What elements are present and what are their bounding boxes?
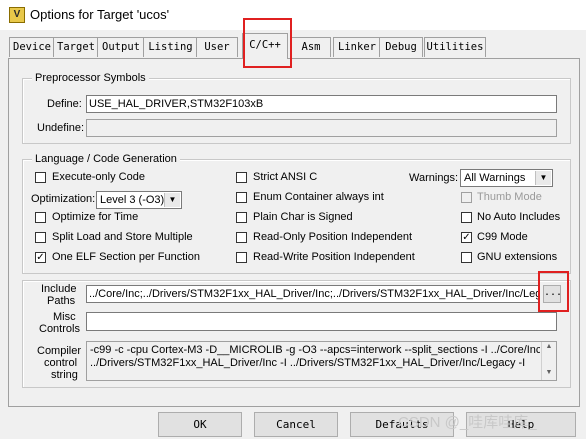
- warnings-select[interactable]: All Warnings ▼: [460, 169, 553, 187]
- enum-container-checkbox[interactable]: [236, 192, 247, 203]
- thumb-mode-label: Thumb Mode: [477, 191, 542, 203]
- scroll-up-icon[interactable]: ▲: [542, 342, 556, 352]
- plain-char-signed-checkbox[interactable]: [236, 212, 247, 223]
- c99-mode-label: C99 Mode: [477, 231, 528, 243]
- tab-device[interactable]: Device: [9, 37, 55, 57]
- ro-position-independent-label: Read-Only Position Independent: [253, 231, 412, 243]
- optimization-label: Optimization:: [31, 193, 96, 205]
- tab-debug[interactable]: Debug: [379, 37, 423, 57]
- compiler-string-line1: -c99 -c -cpu Cortex-M3 -D__MICROLIB -g -…: [90, 344, 540, 356]
- gnu-extensions-checkbox[interactable]: [461, 252, 472, 263]
- warnings-value: All Warnings: [464, 172, 526, 184]
- strict-ansi-checkbox[interactable]: [236, 172, 247, 183]
- rw-position-independent-label: Read-Write Position Independent: [253, 251, 415, 263]
- tab-target[interactable]: Target: [53, 37, 99, 57]
- enum-container-label: Enum Container always int: [253, 191, 384, 203]
- compiler-control-string[interactable]: -c99 -c -cpu Cortex-M3 -D__MICROLIB -g -…: [86, 341, 557, 381]
- misc-controls-label-line2: Controls: [39, 323, 80, 335]
- warnings-label: Warnings:: [409, 172, 459, 184]
- plain-char-signed-label: Plain Char is Signed: [253, 211, 353, 223]
- tab-user[interactable]: User: [196, 37, 238, 57]
- browse-highlight-box: [538, 271, 569, 312]
- keil-uvision-icon: V: [9, 7, 25, 23]
- define-input[interactable]: USE_HAL_DRIVER,STM32F103xB: [86, 95, 557, 113]
- optimize-time-checkbox[interactable]: [35, 212, 46, 223]
- strict-ansi-label: Strict ANSI C: [253, 171, 318, 183]
- c99-mode-checkbox[interactable]: ✓: [461, 232, 472, 243]
- cancel-button[interactable]: Cancel: [254, 412, 338, 437]
- optimization-select[interactable]: Level 3 (-O3) ▼: [96, 191, 182, 209]
- misc-controls-label-line1: Misc: [53, 311, 76, 323]
- no-auto-includes-label: No Auto Includes: [477, 211, 561, 223]
- window-title: Options for Target 'ucos': [30, 7, 170, 22]
- gnu-extensions-label: GNU extensions: [477, 251, 558, 263]
- no-auto-includes-checkbox[interactable]: [461, 212, 472, 223]
- define-label: Define:: [47, 98, 82, 110]
- tab-output[interactable]: Output: [97, 37, 145, 57]
- thumb-mode-checkbox[interactable]: [461, 192, 472, 203]
- undefine-label: Undefine:: [37, 122, 85, 134]
- tab-linker[interactable]: Linker: [333, 37, 381, 57]
- csdn-watermark: CSDN @_哇库哇库_: [398, 414, 537, 431]
- tab-listing[interactable]: Listing: [143, 37, 198, 57]
- tab-utilities[interactable]: Utilities: [424, 37, 486, 57]
- split-load-store-label: Split Load and Store Multiple: [52, 231, 193, 243]
- optimization-value: Level 3 (-O3): [100, 194, 165, 206]
- execute-only-label: Execute-only Code: [52, 171, 145, 183]
- one-elf-checkbox[interactable]: ✓: [35, 252, 46, 263]
- rw-position-independent-checkbox[interactable]: [236, 252, 247, 263]
- compiler-string-line2: ../Drivers/STM32F1xx_HAL_Driver/Inc -I .…: [90, 357, 526, 369]
- tab-asm[interactable]: Asm: [291, 37, 331, 57]
- include-paths-label-line1: Include: [41, 283, 77, 295]
- codegen-group-title: Language / Code Generation: [32, 153, 180, 165]
- compiler-string-label-line2: control: [44, 357, 78, 369]
- scroll-down-icon[interactable]: ▼: [542, 368, 556, 378]
- ro-position-independent-checkbox[interactable]: [236, 232, 247, 243]
- chevron-down-icon: ▼: [535, 171, 551, 185]
- ok-button[interactable]: OK: [158, 412, 242, 437]
- one-elf-label: One ELF Section per Function: [52, 251, 200, 263]
- misc-controls-input[interactable]: [86, 312, 557, 331]
- chevron-down-icon: ▼: [164, 193, 180, 207]
- split-load-store-checkbox[interactable]: [35, 232, 46, 243]
- execute-only-checkbox[interactable]: [35, 172, 46, 183]
- include-paths-input[interactable]: ../Core/Inc;../Drivers/STM32F1xx_HAL_Dri…: [86, 285, 539, 303]
- compiler-string-label-line1: Compiler: [37, 345, 82, 357]
- tab-highlight-box: [243, 18, 292, 68]
- preprocessor-group-title: Preprocessor Symbols: [32, 72, 149, 84]
- undefine-input[interactable]: [86, 119, 557, 137]
- optimize-time-label: Optimize for Time: [52, 211, 139, 223]
- compiler-string-label-line3: string: [51, 369, 78, 381]
- compiler-string-scrollbar[interactable]: ▲ ▼: [541, 342, 556, 380]
- include-paths-label-line2: Paths: [47, 295, 76, 307]
